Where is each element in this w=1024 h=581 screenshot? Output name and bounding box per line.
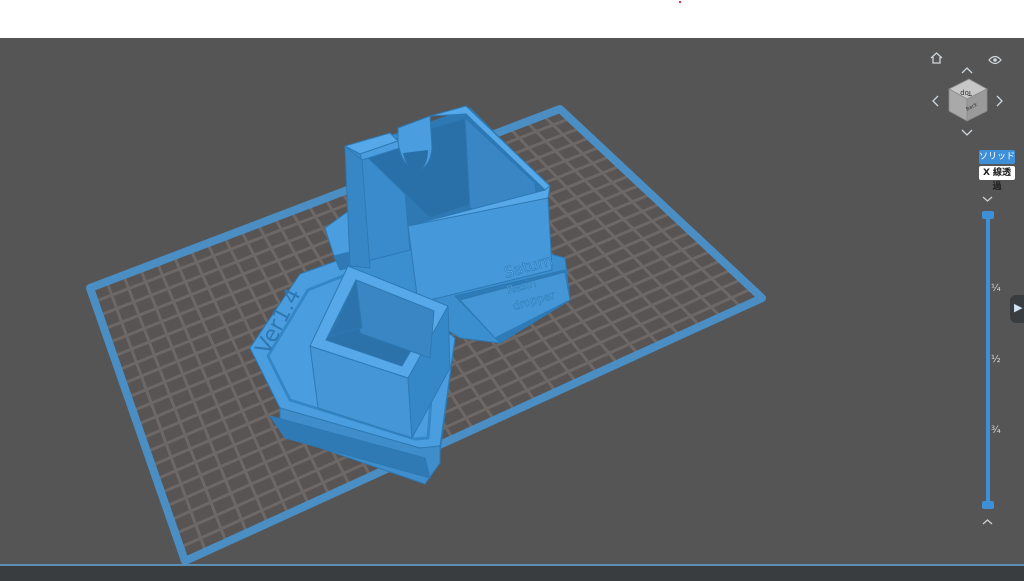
3d-viewport[interactable]: Ver1.4 Saturn Resin dropper (0, 38, 1024, 564)
model-resin-dropper[interactable]: Ver1.4 Saturn Resin dropper (249, 105, 571, 485)
xray-view-button[interactable]: X 線透過 (979, 166, 1015, 192)
arrow-right-icon[interactable] (996, 95, 1004, 109)
indicator-dot (679, 1, 681, 3)
home-icon[interactable] (930, 52, 943, 66)
bottom-status-bar (0, 564, 1024, 581)
scene-svg[interactable]: Ver1.4 Saturn Resin dropper (0, 38, 1024, 564)
layer-slider-top-handle[interactable] (982, 211, 994, 219)
chevron-right-icon: ▶ (1014, 301, 1023, 314)
top-bar (0, 0, 1024, 38)
layer-slider-track[interactable] (986, 215, 990, 505)
solid-view-button[interactable]: ソリッド (979, 150, 1015, 164)
cube-top-label: Top (960, 89, 973, 97)
side-panel-toggle[interactable]: ▶ (1010, 295, 1024, 323)
bottom-accent-line (0, 564, 1024, 566)
chevron-up-icon[interactable] (982, 516, 993, 529)
tick-three-quarter: ¾ (991, 425, 1001, 436)
arrow-down-icon[interactable] (961, 127, 973, 139)
eye-icon[interactable] (988, 55, 1002, 67)
tick-quarter: ¼ (991, 283, 1001, 294)
arrow-left-icon[interactable] (931, 95, 939, 109)
view-cube[interactable]: Top Back (945, 75, 991, 125)
layer-slider-bottom-handle[interactable] (982, 501, 994, 509)
tick-half: ½ (991, 354, 1001, 365)
chevron-down-icon[interactable] (982, 193, 993, 206)
